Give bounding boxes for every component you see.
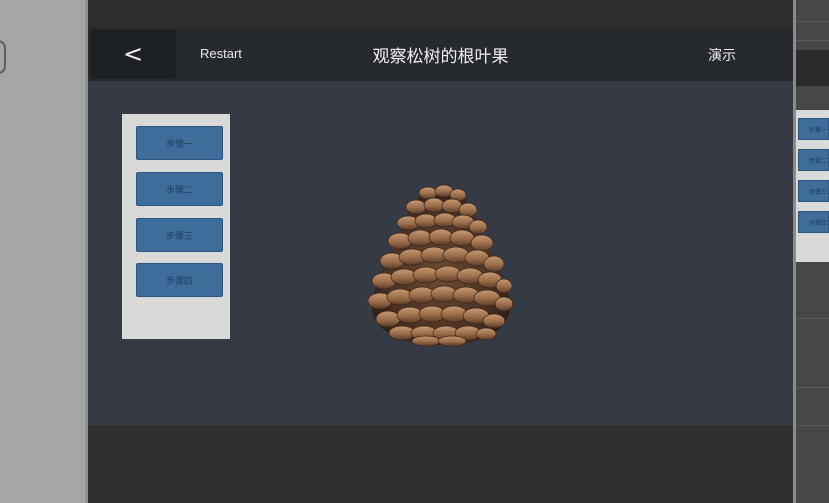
panel-line (796, 21, 829, 22)
top-strip (88, 0, 793, 28)
scene-stage: 步骤一 步骤二 步骤三 步骤四 (88, 81, 793, 425)
step-panel: 步骤一 步骤二 步骤三 步骤四 (122, 114, 230, 339)
right-preview-panel: 步骤一 步骤二 步骤三 步骤四 (796, 0, 829, 503)
left-editor-panel (0, 0, 85, 503)
preview-step-2-button[interactable]: 步骤二 (798, 149, 829, 171)
preview-step-panel: 步骤一 步骤二 步骤三 步骤四 (796, 110, 829, 262)
step-1-button[interactable]: 步骤一 (136, 126, 223, 160)
panel-line (796, 425, 829, 426)
restart-button[interactable]: Restart (200, 46, 242, 61)
page-title: 观察松树的根叶果 (372, 47, 509, 67)
app-viewport: < Restart 观察松树的根叶果 演示 步骤一 步骤二 步骤三 步骤四 (88, 0, 793, 503)
panel-line (796, 40, 829, 41)
step-4-button[interactable]: 步骤四 (136, 263, 223, 297)
preview-step-4-button[interactable]: 步骤四 (798, 211, 829, 233)
step-2-button[interactable]: 步骤二 (136, 172, 223, 206)
partial-glyph-icon (0, 40, 6, 74)
preview-step-1-button[interactable]: 步骤一 (798, 118, 829, 140)
bottom-area (88, 425, 793, 503)
pinecone-model[interactable] (366, 183, 516, 349)
panel-line (796, 387, 829, 388)
panel-line (796, 318, 829, 319)
back-button[interactable]: < (90, 29, 176, 79)
screen: < Restart 观察松树的根叶果 演示 步骤一 步骤二 步骤三 步骤四 步骤… (0, 0, 829, 503)
preview-header (796, 50, 829, 86)
preview-step-3-button[interactable]: 步骤三 (798, 180, 829, 202)
app-header: < Restart 观察松树的根叶果 演示 (88, 28, 793, 81)
demo-button[interactable]: 演示 (708, 45, 736, 65)
step-3-button[interactable]: 步骤三 (136, 218, 223, 252)
